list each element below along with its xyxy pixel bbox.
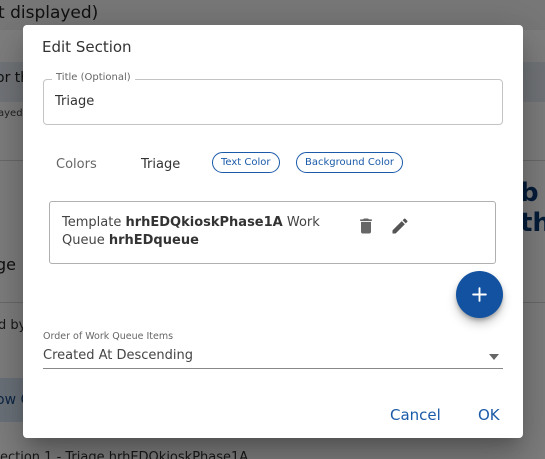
edit-section-dialog: Edit Section Title (Optional) Colors Tri… — [23, 25, 523, 438]
plus-icon — [472, 287, 487, 302]
template-name: hrhEDQkioskPhase1A — [125, 215, 283, 230]
dialog-title: Edit Section — [42, 38, 132, 56]
title-input[interactable] — [55, 94, 485, 109]
order-select-value: Created At Descending — [43, 348, 193, 363]
edit-template-button[interactable] — [390, 216, 410, 236]
title-field-label: Title (Optional) — [52, 72, 135, 83]
colors-label: Colors — [56, 157, 97, 172]
text-color-button[interactable]: Text Color — [212, 152, 280, 173]
trash-icon — [360, 218, 372, 234]
ok-button[interactable]: OK — [478, 406, 500, 424]
cancel-button[interactable]: Cancel — [390, 406, 441, 424]
delete-template-button[interactable] — [356, 216, 376, 236]
pencil-icon — [392, 218, 408, 234]
section-name-preview: Triage — [141, 157, 181, 172]
chevron-down-icon — [489, 354, 499, 360]
order-select[interactable]: Created At Descending — [43, 345, 503, 369]
template-description: Template hrhEDQkioskPhase1A Work Queue h… — [62, 214, 352, 250]
title-field[interactable]: Title (Optional) — [43, 72, 503, 125]
template-prefix: Template — [62, 215, 126, 230]
order-label: Order of Work Queue Items — [43, 331, 174, 342]
queue-name: hrhEDqueue — [108, 233, 199, 248]
background-color-button[interactable]: Background Color — [296, 152, 403, 173]
add-template-button[interactable] — [456, 271, 503, 318]
template-card: Template hrhEDQkioskPhase1A Work Queue h… — [49, 201, 496, 264]
